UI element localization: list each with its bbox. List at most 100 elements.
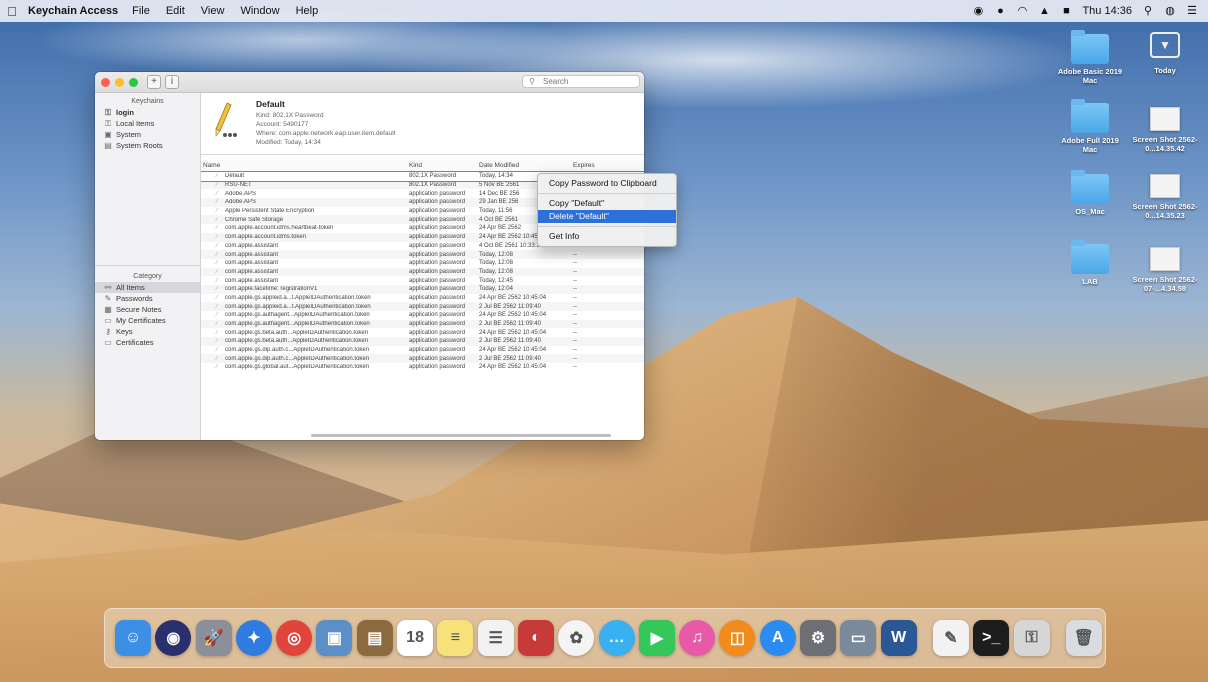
- table-row[interactable]: ∕ com.apple.assistant application password…: [201, 276, 644, 285]
- column-name[interactable]: Name: [201, 160, 409, 171]
- shield-status-icon[interactable]: ●: [994, 5, 1006, 17]
- airplay-icon[interactable]: ▲: [1038, 5, 1050, 17]
- table-row[interactable]: ∕ com.apple.assistant application password…: [201, 267, 644, 277]
- safari-icon[interactable]: ✦: [235, 620, 272, 656]
- category-secure-notes[interactable]: ▦ Secure Notes: [95, 304, 200, 315]
- desktop-icon-adobe-full[interactable]: Adobe Full 2019 Mac: [1054, 99, 1126, 154]
- table-row[interactable]: ∕ com.apple.assistant application password…: [201, 250, 644, 259]
- delete-item-menu-item[interactable]: Delete "Default": [538, 210, 676, 223]
- search-input[interactable]: [543, 77, 639, 86]
- table-row[interactable]: ∕ com.apple.gs.beta.auth...AppleIDAuthent…: [201, 328, 644, 337]
- table-row[interactable]: ∕ com.apple.gs.authagent...AppleIDAuthent…: [201, 311, 644, 320]
- menu-window[interactable]: Window: [232, 5, 287, 17]
- desktop-icon-adobe-basic[interactable]: Adobe Basic 2019 Mac: [1054, 30, 1126, 85]
- add-item-button[interactable]: +: [147, 75, 161, 89]
- table-row[interactable]: ∕ com.apple.gs.beta.auth...AppleIDAuthent…: [201, 337, 644, 346]
- desktop-icon-os-mac[interactable]: OS_Mac: [1054, 170, 1126, 216]
- facetime-icon[interactable]: ▶: [638, 620, 675, 656]
- notification-center-icon[interactable]: ☰: [1186, 5, 1198, 17]
- search-field[interactable]: ⚲: [522, 75, 640, 88]
- word-icon[interactable]: W: [880, 620, 917, 656]
- keychain-local-items[interactable]: ⚿ Local Items: [95, 118, 200, 129]
- image-capture-icon[interactable]: ▭: [840, 620, 877, 656]
- clock[interactable]: Thu 14:36: [1082, 5, 1132, 17]
- pencil-icon: ∕: [216, 260, 218, 267]
- table-row[interactable]: ∕ com.apple.gs.global.aut...AppleIDAuthen…: [201, 363, 644, 372]
- desktop-icon-screenshot-1[interactable]: Screen Shot 2562-0...14.35.42: [1129, 103, 1201, 153]
- category-certificates[interactable]: ▭ Certificates: [95, 337, 200, 348]
- menu-edit[interactable]: Edit: [158, 5, 193, 17]
- siri-menu-icon[interactable]: ◍: [1164, 5, 1176, 17]
- desktop-icon-screenshot-2[interactable]: Screen Shot 2562-0...14.35.23: [1129, 170, 1201, 220]
- spotlight-icon[interactable]: ⚲: [1142, 5, 1154, 17]
- wifi-icon[interactable]: ◠: [1016, 5, 1028, 17]
- books-icon[interactable]: ◫: [719, 620, 756, 656]
- screenshot-icon: [1150, 247, 1180, 271]
- app-menu[interactable]: Keychain Access: [24, 5, 124, 17]
- category-all-items[interactable]: ⚯ All Items: [95, 282, 200, 293]
- notes-book-icon[interactable]: ▤: [356, 620, 393, 656]
- table-row[interactable]: ∕ com.apple.gs.authagent...AppleIDAuthent…: [201, 319, 644, 329]
- desktop-icon-label: Screen Shot 2562-0...14.35.42: [1132, 135, 1198, 153]
- itunes-icon[interactable]: ♫: [679, 620, 716, 656]
- desktop-icon-lab[interactable]: LAB: [1054, 240, 1126, 286]
- photos-icon[interactable]: ✿: [558, 620, 595, 656]
- menu-help[interactable]: Help: [288, 5, 327, 17]
- close-button[interactable]: [101, 77, 110, 87]
- table-row[interactable]: ∕ com.apple.gs.appleid.a...t.AppleIDAuthe…: [201, 302, 644, 311]
- row-name-cell: ∕ com.apple.account.idms.heartbeat-token: [201, 225, 409, 231]
- copy-item-menu-item[interactable]: Copy "Default": [538, 197, 676, 210]
- zoom-button[interactable]: [129, 77, 138, 87]
- column-kind[interactable]: Kind: [409, 160, 479, 171]
- app-store-icon[interactable]: A: [759, 620, 796, 656]
- row-expires-cell: --: [573, 364, 577, 371]
- messages-icon[interactable]: …: [598, 620, 635, 656]
- input-source-icon[interactable]: ■: [1060, 5, 1072, 17]
- column-date-modified[interactable]: Date Modified: [479, 160, 573, 171]
- system-preferences-icon[interactable]: ⚙: [800, 620, 837, 656]
- keychain-system-roots[interactable]: ▤ System Roots: [95, 140, 200, 151]
- keychain-access-icon[interactable]: ⚿: [1013, 620, 1050, 656]
- horizontal-scrollbar[interactable]: [311, 434, 611, 437]
- pencil-icon: ∕: [216, 355, 218, 362]
- trash-icon[interactable]: 🗑: [1065, 620, 1102, 656]
- desktop-icon-today[interactable]: ▼ Today: [1129, 32, 1201, 75]
- row-kind-cell: application password: [409, 251, 466, 258]
- launchpad-icon[interactable]: 🚀: [195, 620, 232, 656]
- siri-icon[interactable]: ◉: [155, 620, 192, 656]
- camera-status-icon[interactable]: ◉: [972, 5, 984, 17]
- keychain-login[interactable]: ⚿ login: [95, 107, 200, 118]
- textedit-icon[interactable]: ✎: [932, 620, 969, 656]
- info-button[interactable]: i: [165, 75, 179, 89]
- all-items-icon: ⚯: [104, 283, 112, 292]
- apple-menu-icon[interactable]: : [0, 4, 24, 19]
- desktop-icon-screenshot-3[interactable]: Screen Shot 2562-07-...4.34.58: [1129, 243, 1201, 293]
- get-info-menu-item[interactable]: Get Info: [538, 230, 676, 243]
- copy-password-menu-item[interactable]: Copy Password to Clipboard: [538, 177, 676, 190]
- pencil-icon: ∕: [216, 190, 218, 197]
- row-date-cell: Today, 12:04: [479, 286, 513, 293]
- calendar-icon[interactable]: 18: [397, 620, 434, 656]
- folder-icon: [1071, 170, 1109, 204]
- table-row[interactable]: ∕ com.apple.gs.appleid.a...t.AppleIDAuthe…: [201, 294, 644, 303]
- category-keys[interactable]: ⚷ Keys: [95, 326, 200, 337]
- finder-icon[interactable]: ☺: [115, 620, 151, 656]
- category-passwords[interactable]: ✎ Passwords: [95, 293, 200, 304]
- menu-view[interactable]: View: [193, 5, 233, 17]
- preview-icon[interactable]: ▣: [316, 620, 353, 656]
- notes-icon[interactable]: ≡: [437, 620, 474, 656]
- column-expires[interactable]: Expires: [573, 160, 623, 171]
- terminal-icon[interactable]: >_: [973, 620, 1010, 656]
- table-row[interactable]: ∕ com.apple.gs.dip.auth.c...AppleIDAuthen…: [201, 346, 644, 355]
- table-row[interactable]: ∕ com.apple.facetime: registrationV1 appli…: [201, 284, 644, 294]
- menu-file[interactable]: File: [124, 5, 158, 17]
- photo-booth-icon[interactable]: ◐: [517, 620, 554, 656]
- row-date-cell: 24 Apr BE 2562 10:45:04: [479, 364, 547, 371]
- minimize-button[interactable]: [115, 77, 124, 87]
- reminders-icon[interactable]: ☰: [477, 620, 514, 656]
- keychain-system[interactable]: ▣ System: [95, 129, 200, 140]
- table-row[interactable]: ∕ com.apple.assistant application password…: [201, 259, 644, 268]
- table-row[interactable]: ∕ com.apple.gs.dip.auth.c...AppleIDAuthen…: [201, 354, 644, 364]
- chrome-icon[interactable]: ◎: [276, 620, 313, 656]
- category-my-certificates[interactable]: ▭ My Certificates: [95, 315, 200, 326]
